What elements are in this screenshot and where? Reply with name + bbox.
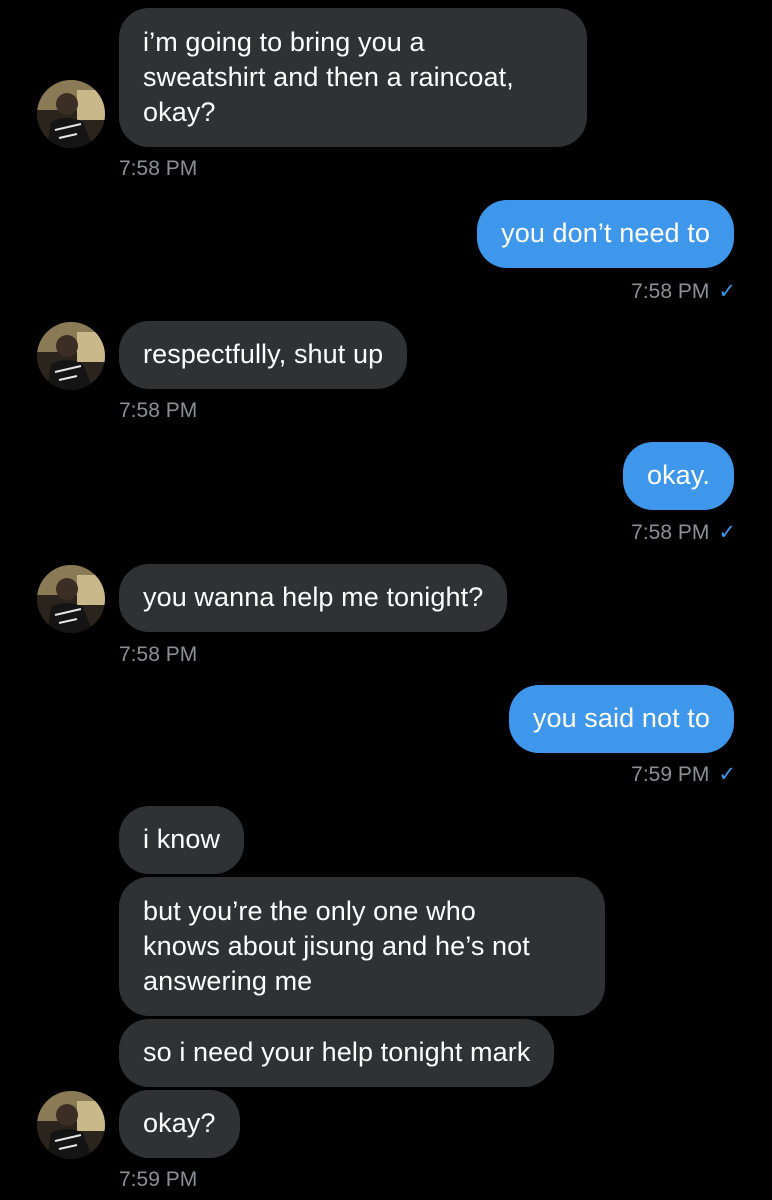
message-timestamp-row: 7:59 PM ✓ (631, 762, 736, 788)
message-timestamp: 7:58 PM (631, 280, 710, 303)
avatar-photo (37, 322, 105, 390)
incoming-message[interactable]: you wanna help me tonight? (119, 564, 508, 632)
avatar-photo (37, 565, 105, 633)
incoming-message[interactable]: but you’re the only one who knows about … (119, 877, 605, 1016)
message-timestamp: 7:58 PM (119, 157, 198, 180)
message-timestamp: 7:59 PM (119, 1168, 198, 1191)
checkmark-icon: ✓ (718, 280, 736, 303)
contact-avatar[interactable] (37, 80, 105, 148)
outgoing-message[interactable]: you don’t need to (477, 200, 734, 268)
incoming-message[interactable]: so i need your help tonight mark (119, 1019, 555, 1087)
incoming-message[interactable]: i know (119, 806, 245, 874)
incoming-message[interactable]: okay? (119, 1090, 240, 1158)
checkmark-icon: ✓ (718, 763, 736, 786)
message-timestamp-row: 7:58 PM ✓ (631, 520, 736, 546)
outgoing-message[interactable]: okay. (622, 442, 734, 510)
message-timestamp: 7:58 PM (631, 521, 710, 544)
outgoing-message[interactable]: you said not to (508, 685, 734, 753)
message-timestamp: 7:58 PM (119, 643, 198, 666)
checkmark-icon: ✓ (718, 521, 736, 544)
contact-avatar[interactable] (37, 565, 105, 633)
avatar-photo (37, 1091, 105, 1159)
contact-avatar[interactable] (37, 1091, 105, 1159)
contact-avatar[interactable] (37, 322, 105, 390)
avatar-photo (37, 80, 105, 148)
message-timestamp: 7:58 PM (119, 399, 198, 422)
message-timestamp: 7:59 PM (631, 763, 710, 786)
message-timestamp-row: 7:58 PM ✓ (631, 279, 736, 305)
incoming-message[interactable]: respectfully, shut up (119, 321, 408, 389)
incoming-message[interactable]: i’m going to bring you a sweatshirt and … (119, 8, 587, 147)
